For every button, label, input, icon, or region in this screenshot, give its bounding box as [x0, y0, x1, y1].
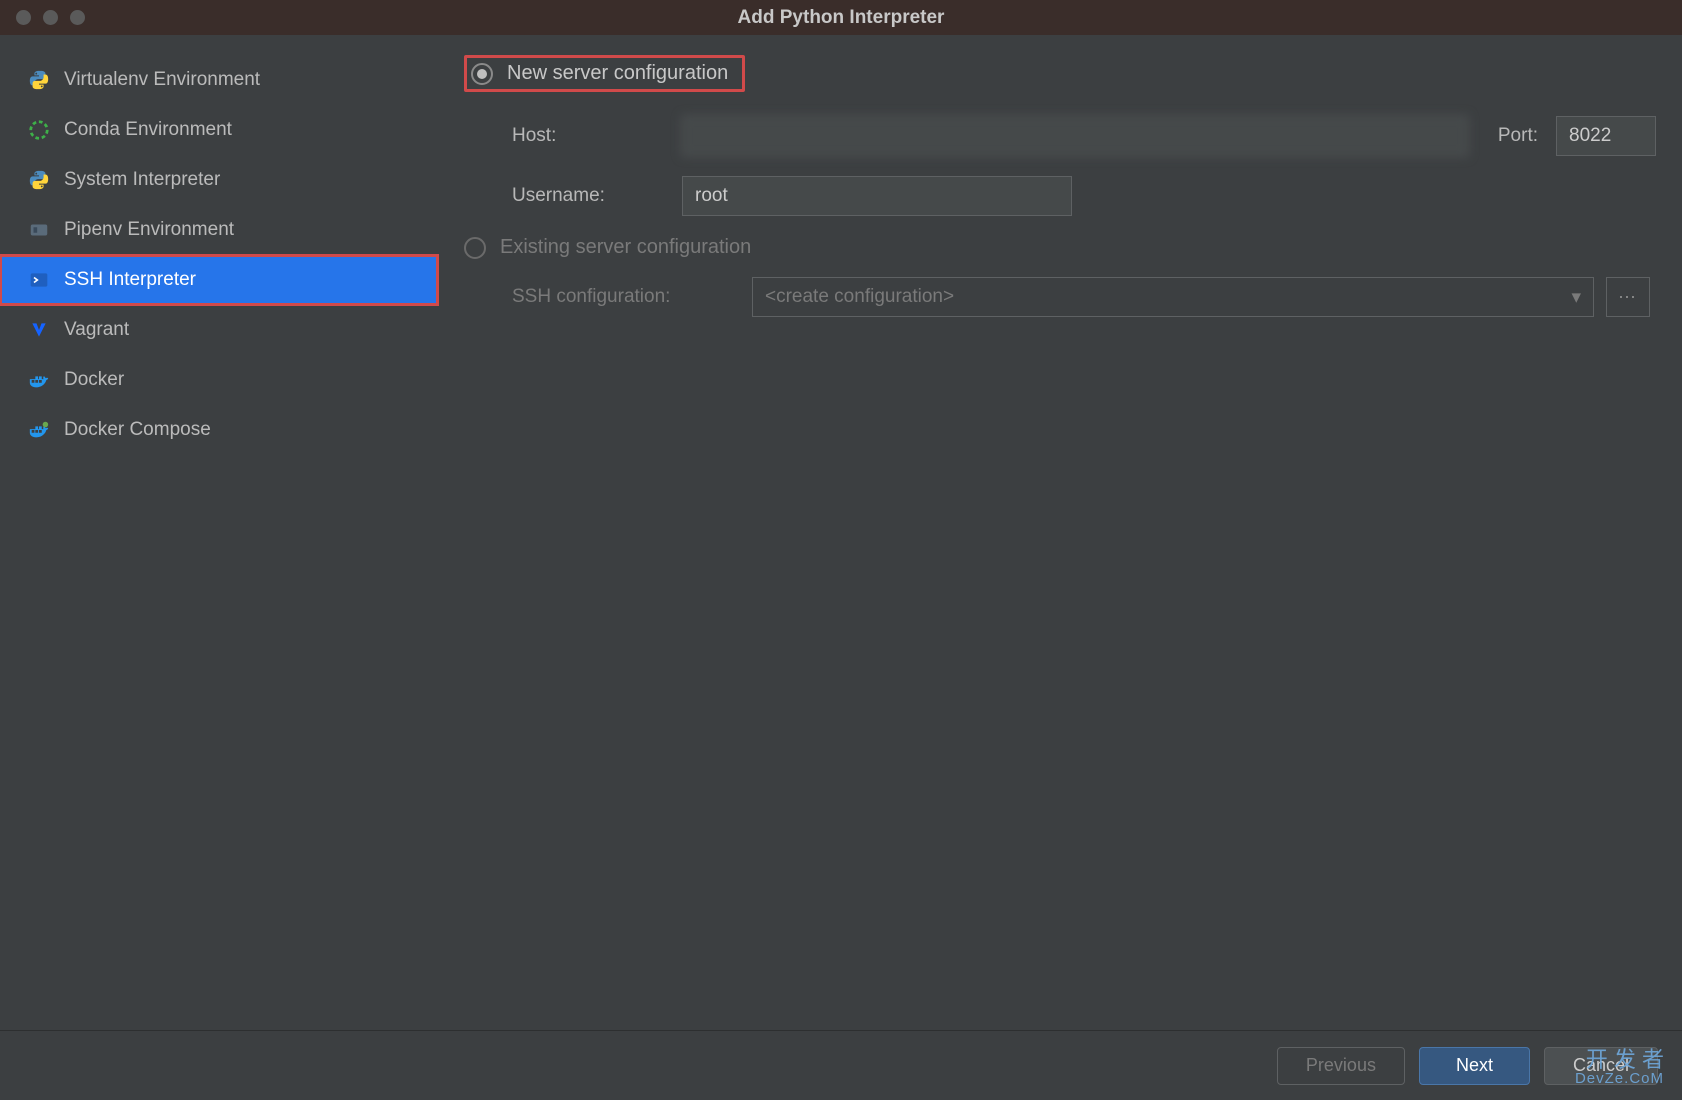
docker-compose-icon	[28, 419, 50, 441]
new-config-radio-row[interactable]: New server configuration	[464, 55, 1656, 92]
sidebar-item-label: Docker Compose	[64, 419, 211, 441]
existing-config-label: Existing server configuration	[500, 236, 751, 259]
sidebar-item-label: Conda Environment	[64, 119, 232, 141]
interpreter-type-sidebar: Virtualenv Environment Conda Environment…	[0, 35, 438, 1030]
vagrant-icon	[28, 319, 50, 341]
sidebar-item-label: Virtualenv Environment	[64, 69, 260, 91]
sidebar-item-label: Vagrant	[64, 319, 129, 341]
ssh-config-placeholder: <create configuration>	[765, 286, 954, 308]
next-button[interactable]: Next	[1419, 1047, 1530, 1085]
host-input[interactable]	[682, 116, 1468, 156]
chevron-down-icon: ▾	[1571, 286, 1581, 309]
titlebar: Add Python Interpreter	[0, 0, 1682, 35]
sidebar-item-conda[interactable]: Conda Environment	[0, 105, 438, 155]
sidebar-item-label: Docker	[64, 369, 124, 391]
browse-ssh-config-button: ⋯	[1606, 277, 1650, 317]
ssh-config-row: SSH configuration: <create configuration…	[464, 277, 1656, 317]
maximize-window-icon[interactable]	[70, 10, 85, 25]
sidebar-item-docker[interactable]: Docker	[0, 355, 438, 405]
conda-icon	[28, 119, 50, 141]
username-input[interactable]	[682, 176, 1072, 216]
window-title: Add Python Interpreter	[738, 7, 945, 29]
radio-new-config[interactable]	[471, 63, 493, 85]
username-label: Username:	[512, 185, 682, 207]
previous-button: Previous	[1277, 1047, 1405, 1085]
sidebar-item-label: Pipenv Environment	[64, 219, 234, 241]
sidebar-item-label: System Interpreter	[64, 169, 220, 191]
port-label: Port:	[1498, 125, 1538, 147]
python-icon	[28, 169, 50, 191]
radio-existing-config[interactable]	[464, 237, 486, 259]
dialog-footer: Previous Next Cancel	[0, 1030, 1682, 1100]
main-panel: New server configuration Host: Port: Use…	[438, 35, 1682, 1030]
close-window-icon[interactable]	[16, 10, 31, 25]
sidebar-item-label: SSH Interpreter	[64, 269, 196, 291]
ssh-icon	[28, 269, 50, 291]
new-config-label: New server configuration	[507, 62, 728, 85]
docker-icon	[28, 369, 50, 391]
username-row: Username:	[464, 176, 1656, 216]
existing-config-radio-row[interactable]: Existing server configuration	[464, 236, 1656, 259]
sidebar-item-vagrant[interactable]: Vagrant	[0, 305, 438, 355]
cancel-button[interactable]: Cancel	[1544, 1047, 1658, 1085]
ssh-config-dropdown: <create configuration> ▾	[752, 277, 1594, 317]
pipenv-icon	[28, 219, 50, 241]
port-input[interactable]	[1556, 116, 1656, 156]
sidebar-item-pipenv[interactable]: Pipenv Environment	[0, 205, 438, 255]
host-row: Host: Port:	[464, 116, 1656, 156]
sidebar-item-docker-compose[interactable]: Docker Compose	[0, 405, 438, 455]
window-controls	[0, 10, 85, 25]
sidebar-item-ssh[interactable]: SSH Interpreter	[0, 255, 438, 305]
python-icon	[28, 69, 50, 91]
minimize-window-icon[interactable]	[43, 10, 58, 25]
sidebar-item-virtualenv[interactable]: Virtualenv Environment	[0, 55, 438, 105]
ssh-config-label: SSH configuration:	[512, 286, 752, 308]
host-label: Host:	[512, 125, 682, 147]
sidebar-item-system[interactable]: System Interpreter	[0, 155, 438, 205]
